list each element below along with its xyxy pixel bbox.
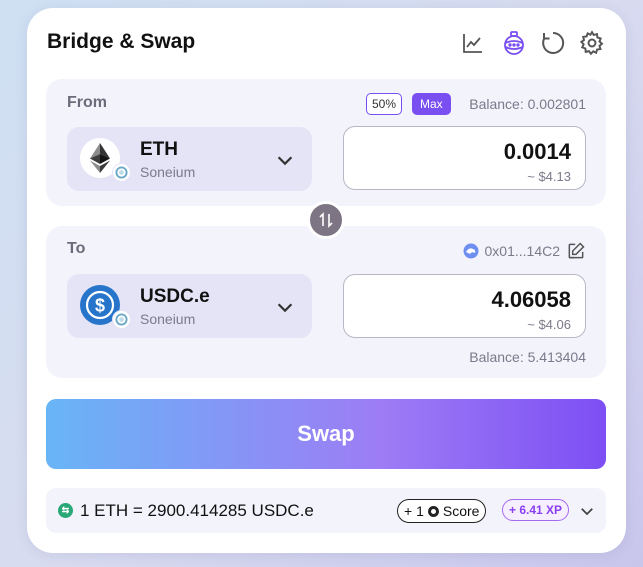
- soneium-chain-icon: [112, 310, 131, 329]
- edit-icon[interactable]: [566, 241, 586, 261]
- to-panel: To 0x01...14C2 $ USDC.e Soneium 4.06058 …: [46, 226, 606, 378]
- from-token-chain: Soneium: [140, 164, 196, 180]
- swap-arrows-icon: [319, 212, 333, 228]
- swap-direction-button[interactable]: [307, 201, 345, 239]
- score-badge: + 1 Score: [397, 499, 487, 523]
- exchange-rate-icon: ⇆: [58, 503, 73, 518]
- exchange-rate-text: 1 ETH = 2900.414285 USDC.e: [80, 501, 314, 520]
- score-label: Score: [442, 503, 480, 519]
- fifty-percent-button[interactable]: 50%: [366, 93, 403, 115]
- to-balance: Balance: 5.413404: [469, 349, 586, 365]
- to-label: To: [67, 240, 86, 257]
- to-amount-input[interactable]: 4.06058 ~ $4.06: [343, 274, 586, 338]
- page-title: Bridge & Swap: [47, 30, 196, 53]
- from-token-symbol: ETH: [140, 139, 178, 160]
- to-amount-usd: ~ $4.06: [527, 317, 571, 332]
- gear-icon[interactable]: [579, 30, 605, 56]
- score-prefix: + 1: [404, 503, 424, 519]
- chart-icon[interactable]: [460, 30, 486, 56]
- chevron-down-icon: [277, 303, 293, 313]
- swap-button[interactable]: Swap: [46, 399, 606, 469]
- refresh-icon[interactable]: [540, 30, 566, 56]
- ornament-icon[interactable]: [501, 30, 527, 56]
- rate-bar[interactable]: ⇆ 1 ETH = 2900.414285 USDC.e + 1 Score +…: [46, 488, 606, 533]
- xp-badge: + 6.41 XP: [502, 499, 570, 521]
- from-panel: From 50% Max Balance: 0.002801 ETH Sonei…: [46, 79, 606, 206]
- from-amount-input[interactable]: 0.0014 ~ $4.13: [343, 126, 586, 190]
- bridge-swap-card: Bridge & Swap From 50% Max Balance: 0.00…: [27, 8, 626, 553]
- max-button[interactable]: Max: [412, 93, 451, 115]
- to-token-symbol: USDC.e: [140, 286, 210, 307]
- wallet-avatar-icon: [463, 243, 478, 259]
- to-token-selector[interactable]: $ USDC.e Soneium: [67, 274, 312, 338]
- svg-text:$: $: [95, 296, 105, 316]
- recipient-address-text: 0x01...14C2: [484, 243, 561, 259]
- from-amount-value: 0.0014: [503, 139, 571, 164]
- from-amount-usd: ~ $4.13: [527, 169, 571, 184]
- chevron-down-icon: [277, 156, 293, 166]
- to-amount-value: 4.06058: [491, 287, 571, 312]
- chevron-down-icon[interactable]: [578, 502, 596, 520]
- soneium-chain-icon: [112, 163, 131, 182]
- recipient-address[interactable]: 0x01...14C2: [463, 241, 587, 261]
- from-label: From: [67, 94, 107, 111]
- score-ring-icon: [427, 505, 439, 517]
- from-token-selector[interactable]: ETH Soneium: [67, 127, 312, 191]
- to-token-chain: Soneium: [140, 311, 196, 327]
- from-balance: Balance: 0.002801: [469, 96, 586, 112]
